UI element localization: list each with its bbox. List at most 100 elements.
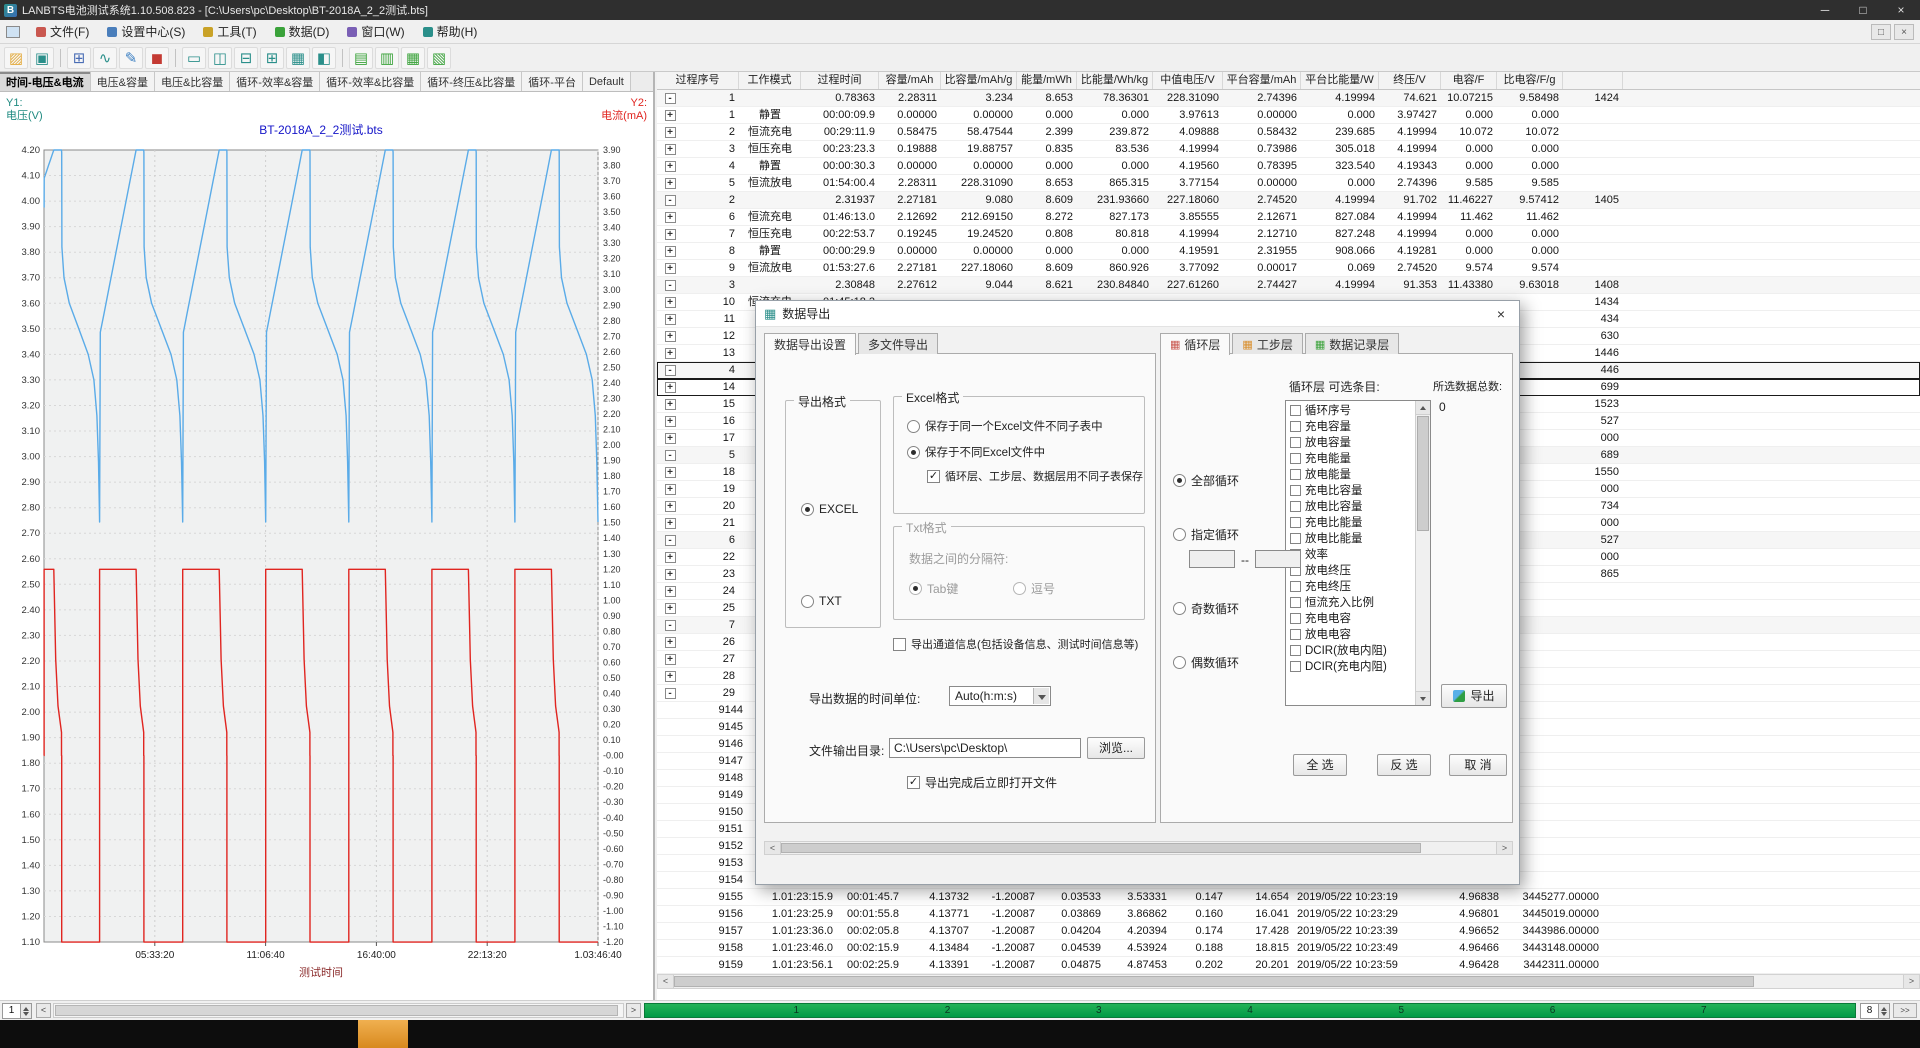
table-row[interactable]: 91591.01:23:56.100:02:25.94.13391-1.2008… xyxy=(657,957,1920,974)
cycle-field-item[interactable]: 放电比容量 xyxy=(1287,498,1414,514)
table-row[interactable]: +6恒流充电01:46:13.02.12692212.691508.272827… xyxy=(657,209,1920,226)
maximize-button[interactable]: □ xyxy=(1844,0,1882,20)
menu-data[interactable]: 数据(D) xyxy=(266,20,339,43)
cycle-field-item[interactable]: 循环序号 xyxy=(1287,402,1414,418)
cycle-field-item[interactable]: 放电比能量 xyxy=(1287,530,1414,546)
table-row[interactable]: +3恒压充电00:23:23.30.1988819.887570.83583.5… xyxy=(657,141,1920,158)
row-expander[interactable]: + xyxy=(665,671,676,682)
layout-wide-icon[interactable]: ◧ xyxy=(312,47,336,69)
radio-odd-cycles[interactable]: 奇数循环 xyxy=(1173,600,1239,617)
radio-different-excel-files[interactable]: 保存于不同Excel文件中 xyxy=(907,444,1045,460)
data-table-icon[interactable]: ▤ xyxy=(349,47,373,69)
row-expander[interactable]: - xyxy=(665,620,676,631)
cycle-range-end-input[interactable] xyxy=(1255,550,1301,568)
chart-tab-3[interactable]: 循环-效率&容量 xyxy=(230,72,320,91)
cycle-field-item[interactable]: 充电容量 xyxy=(1287,418,1414,434)
table-row[interactable]: 91581.01:23:46.000:02:15.94.13484-1.2008… xyxy=(657,940,1920,957)
layout-quad-icon[interactable]: ⊞ xyxy=(260,47,284,69)
row-expander[interactable]: + xyxy=(665,433,676,444)
layout-split-h-icon[interactable]: ◫ xyxy=(208,47,232,69)
edit-step-icon[interactable]: ✎ xyxy=(119,47,143,69)
row-expander[interactable]: + xyxy=(665,518,676,529)
child-close-button[interactable]: × xyxy=(1894,24,1914,40)
column-header[interactable]: 能量/mWh xyxy=(1017,72,1077,89)
row-expander[interactable]: + xyxy=(665,569,676,580)
time-unit-select[interactable]: Auto(h:m:s) xyxy=(949,686,1051,706)
nav-scroll-left-button[interactable]: < xyxy=(36,1003,51,1018)
chart-page-spinner[interactable]: 1 xyxy=(2,1003,32,1019)
row-expander[interactable]: + xyxy=(665,637,676,648)
cycle-field-item[interactable]: 放电电容 xyxy=(1287,626,1414,642)
radio-excel[interactable]: EXCEL xyxy=(801,502,858,516)
row-expander[interactable]: + xyxy=(665,161,676,172)
table-scroll-thumb[interactable] xyxy=(674,976,1754,987)
dialog-scroll-thumb[interactable] xyxy=(781,843,1421,853)
column-header[interactable]: 过程序号 xyxy=(657,72,739,89)
cycle-field-item[interactable]: 充电终压 xyxy=(1287,578,1414,594)
row-expander[interactable]: - xyxy=(665,195,676,206)
row-expander[interactable]: + xyxy=(665,382,676,393)
select-all-button[interactable]: 全 选 xyxy=(1293,754,1347,776)
menu-window[interactable]: 窗口(W) xyxy=(338,20,413,43)
export-button[interactable]: 导出 xyxy=(1441,684,1507,708)
tab-step-layer[interactable]: ▦工步层 xyxy=(1232,333,1302,354)
row-expander[interactable]: + xyxy=(665,127,676,138)
row-expander[interactable]: + xyxy=(665,178,676,189)
chart-tab-1[interactable]: 电压&容量 xyxy=(91,72,155,91)
row-expander[interactable]: + xyxy=(665,399,676,410)
check-export-channel-info[interactable]: 导出通道信息(包括设备信息、测试时间信息等) xyxy=(893,636,1138,652)
waveform-icon[interactable]: ∿ xyxy=(93,47,117,69)
output-dir-input[interactable]: C:\Users\pc\Desktop\ xyxy=(889,738,1081,758)
radio-all-cycles[interactable]: 全部循环 xyxy=(1173,472,1239,489)
table-row[interactable]: +2恒流充电00:29:11.90.5847558.475442.399239.… xyxy=(657,124,1920,141)
menu-settings-center[interactable]: 设置中心(S) xyxy=(98,20,194,43)
table-scroll-right-arrow[interactable]: > xyxy=(1903,975,1919,988)
row-expander[interactable]: + xyxy=(665,110,676,121)
row-expander[interactable]: + xyxy=(665,331,676,342)
table-row[interactable]: -22.319372.271819.0808.609231.93660227.1… xyxy=(657,192,1920,209)
listbox-scroll-down-arrow[interactable] xyxy=(1416,691,1430,705)
layout-grid-icon[interactable]: ▦ xyxy=(286,47,310,69)
row-expander[interactable]: + xyxy=(665,416,676,427)
column-header[interactable]: 比容量/mAh/g xyxy=(941,72,1017,89)
row-expander[interactable]: + xyxy=(665,229,676,240)
chart-tab-5[interactable]: 循环-终压&比容量 xyxy=(421,72,522,91)
row-expander[interactable]: + xyxy=(665,484,676,495)
browse-button[interactable]: 浏览... xyxy=(1087,737,1145,759)
column-header[interactable]: 比电容/F/g xyxy=(1497,72,1563,89)
cancel-button[interactable]: 取 消 xyxy=(1449,754,1507,776)
cycle-field-item[interactable]: 放电终压 xyxy=(1287,562,1414,578)
radio-specified-cycles[interactable]: 指定循环 xyxy=(1173,526,1239,543)
check-layers-separate-sheets[interactable]: 循环层、工步层、数据层用不同子表保存 xyxy=(927,468,1143,484)
table-row[interactable]: +7恒压充电00:22:53.70.1924519.245200.80880.8… xyxy=(657,226,1920,243)
chart-scroll-thumb[interactable] xyxy=(55,1005,618,1016)
row-expander[interactable]: + xyxy=(665,467,676,478)
row-expander[interactable]: - xyxy=(665,450,676,461)
row-expander[interactable]: + xyxy=(665,552,676,563)
listbox-scrollbar[interactable] xyxy=(1415,401,1430,705)
cycle-field-item[interactable]: 充电比能量 xyxy=(1287,514,1414,530)
tab-record-layer[interactable]: ▦数据记录层 xyxy=(1305,333,1399,354)
stop-icon[interactable]: ◼ xyxy=(145,47,169,69)
radio-txt[interactable]: TXT xyxy=(801,594,842,608)
table-h-scrollbar[interactable]: < > xyxy=(657,974,1920,989)
open-file-icon[interactable]: ▨ xyxy=(4,47,28,69)
cycle-field-item[interactable]: 充电能量 xyxy=(1287,450,1414,466)
tab-export-settings[interactable]: 数据导出设置 xyxy=(764,333,856,355)
table-row[interactable]: +5恒流放电01:54:00.42.28311228.310908.653865… xyxy=(657,175,1920,192)
layout-split-v-icon[interactable]: ⊟ xyxy=(234,47,258,69)
column-header[interactable]: 工作模式 xyxy=(739,72,801,89)
chart-tab-0[interactable]: 时间-电压&电流 xyxy=(0,72,91,91)
chart-scrollbar[interactable] xyxy=(53,1003,624,1018)
nav-scroll-right-button[interactable]: > xyxy=(626,1003,641,1018)
radio-even-cycles[interactable]: 偶数循环 xyxy=(1173,654,1239,671)
column-header[interactable]: 中值电压/V xyxy=(1153,72,1223,89)
row-expander[interactable]: - xyxy=(665,93,676,104)
chevron-down-icon[interactable] xyxy=(1033,688,1049,704)
row-expander[interactable]: + xyxy=(665,297,676,308)
table-row[interactable]: +1静置00:00:09.90.000000.000000.0000.0003.… xyxy=(657,107,1920,124)
cycle-field-item[interactable]: 效率 xyxy=(1287,546,1414,562)
column-header[interactable]: 比能量/Wh/kg xyxy=(1077,72,1153,89)
data-report-icon[interactable]: ▧ xyxy=(427,47,451,69)
cycle-field-item[interactable]: 放电能量 xyxy=(1287,466,1414,482)
